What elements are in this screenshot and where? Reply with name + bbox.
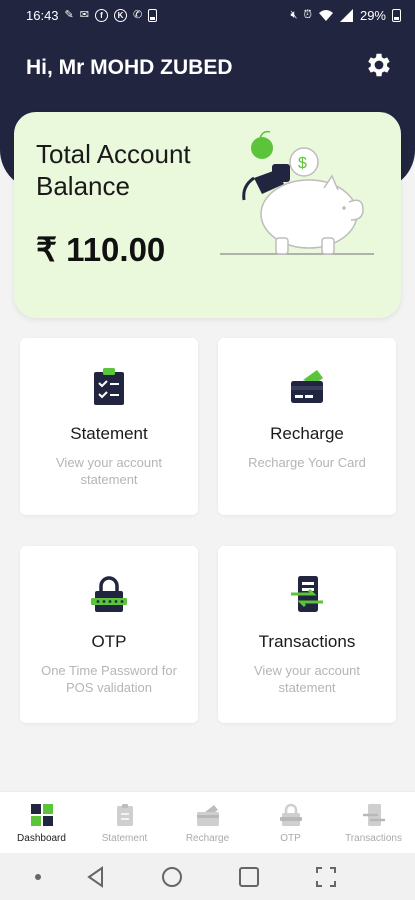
dot-icon[interactable] xyxy=(24,863,52,891)
tile-title: Recharge xyxy=(270,424,344,443)
bottom-navigation: Dashboard Statement Recharge OTP Transac… xyxy=(0,791,415,853)
alarm-icon: ⏰︎ xyxy=(303,8,312,21)
greeting-title: Hi, Mr MOHD ZUBED xyxy=(26,56,233,79)
nav-label: Recharge xyxy=(185,833,230,844)
card-icon xyxy=(291,370,323,403)
screenshot-icon[interactable] xyxy=(312,863,340,891)
transactions-tile[interactable]: Transactions View your account statement xyxy=(218,546,396,723)
nav-item-recharge[interactable]: Recharge xyxy=(166,792,249,853)
k-icon: K xyxy=(113,8,127,22)
clipboard-icon xyxy=(94,368,124,405)
battery-percent: 29% xyxy=(359,7,386,23)
nav-item-statement[interactable]: Statement xyxy=(83,792,166,853)
recents-icon[interactable] xyxy=(235,863,263,891)
nav-label: Transactions xyxy=(345,833,402,844)
system-navigation-bar xyxy=(0,853,415,900)
piggy-bank-illustration: $ xyxy=(220,130,374,255)
card-icon xyxy=(196,805,219,826)
tile-description: Recharge Your Card xyxy=(248,455,366,470)
tile-description: View your account statement xyxy=(56,455,162,487)
nav-label: Dashboard xyxy=(17,833,66,844)
tile-title: Statement xyxy=(70,424,148,443)
tile-title: Transactions xyxy=(258,632,356,651)
dashboard-icon xyxy=(30,804,53,826)
fb-icon: f xyxy=(94,8,108,22)
tile-description: One Time Password for POS validation xyxy=(41,663,177,695)
otp-tile[interactable]: OTP One Time Password for POS validation xyxy=(20,546,198,723)
status-time: 16:43 xyxy=(26,7,59,23)
home-icon[interactable] xyxy=(158,863,186,891)
svg-text:$: $ xyxy=(298,155,307,172)
tile-title: OTP xyxy=(91,632,127,651)
transfer-icon xyxy=(362,804,385,826)
clipboard-icon xyxy=(116,804,133,826)
mute-icon: 🔇︎ xyxy=(290,8,298,21)
signal-icon xyxy=(339,8,353,22)
nav-item-transactions[interactable]: Transactions xyxy=(332,792,415,853)
nav-item-otp[interactable]: OTP xyxy=(249,792,332,853)
status-bar: 16:43 ✎ ✉ f K ✆ 🔇︎ ⏰︎ 29% xyxy=(0,0,415,30)
transfer-icon xyxy=(291,576,323,612)
battery-saver-icon xyxy=(148,8,158,22)
battery-icon xyxy=(392,8,401,22)
statement-tile[interactable]: Statement View your account statement xyxy=(20,338,198,515)
tile-description: View your account statement xyxy=(254,663,360,695)
back-icon[interactable] xyxy=(82,863,110,891)
balance-card: Total Account Balance ₹ 110.00 $ xyxy=(14,112,401,318)
lock-icon xyxy=(91,576,127,612)
wifi-icon xyxy=(318,9,333,21)
balance-title: Total Account Balance xyxy=(36,139,191,201)
recharge-tile[interactable]: Recharge Recharge Your Card xyxy=(218,338,396,515)
lock-icon xyxy=(279,803,302,826)
gear-icon[interactable] xyxy=(364,50,394,80)
pencil-icon: ✎ xyxy=(64,8,74,21)
phone-icon: ✆ xyxy=(132,8,143,21)
nav-item-dashboard[interactable]: Dashboard xyxy=(0,792,83,853)
nav-label: OTP xyxy=(280,833,301,844)
mail-icon: ✉ xyxy=(79,8,89,21)
balance-amount: ₹ 110.00 xyxy=(36,231,166,268)
nav-label: Statement xyxy=(101,833,148,844)
